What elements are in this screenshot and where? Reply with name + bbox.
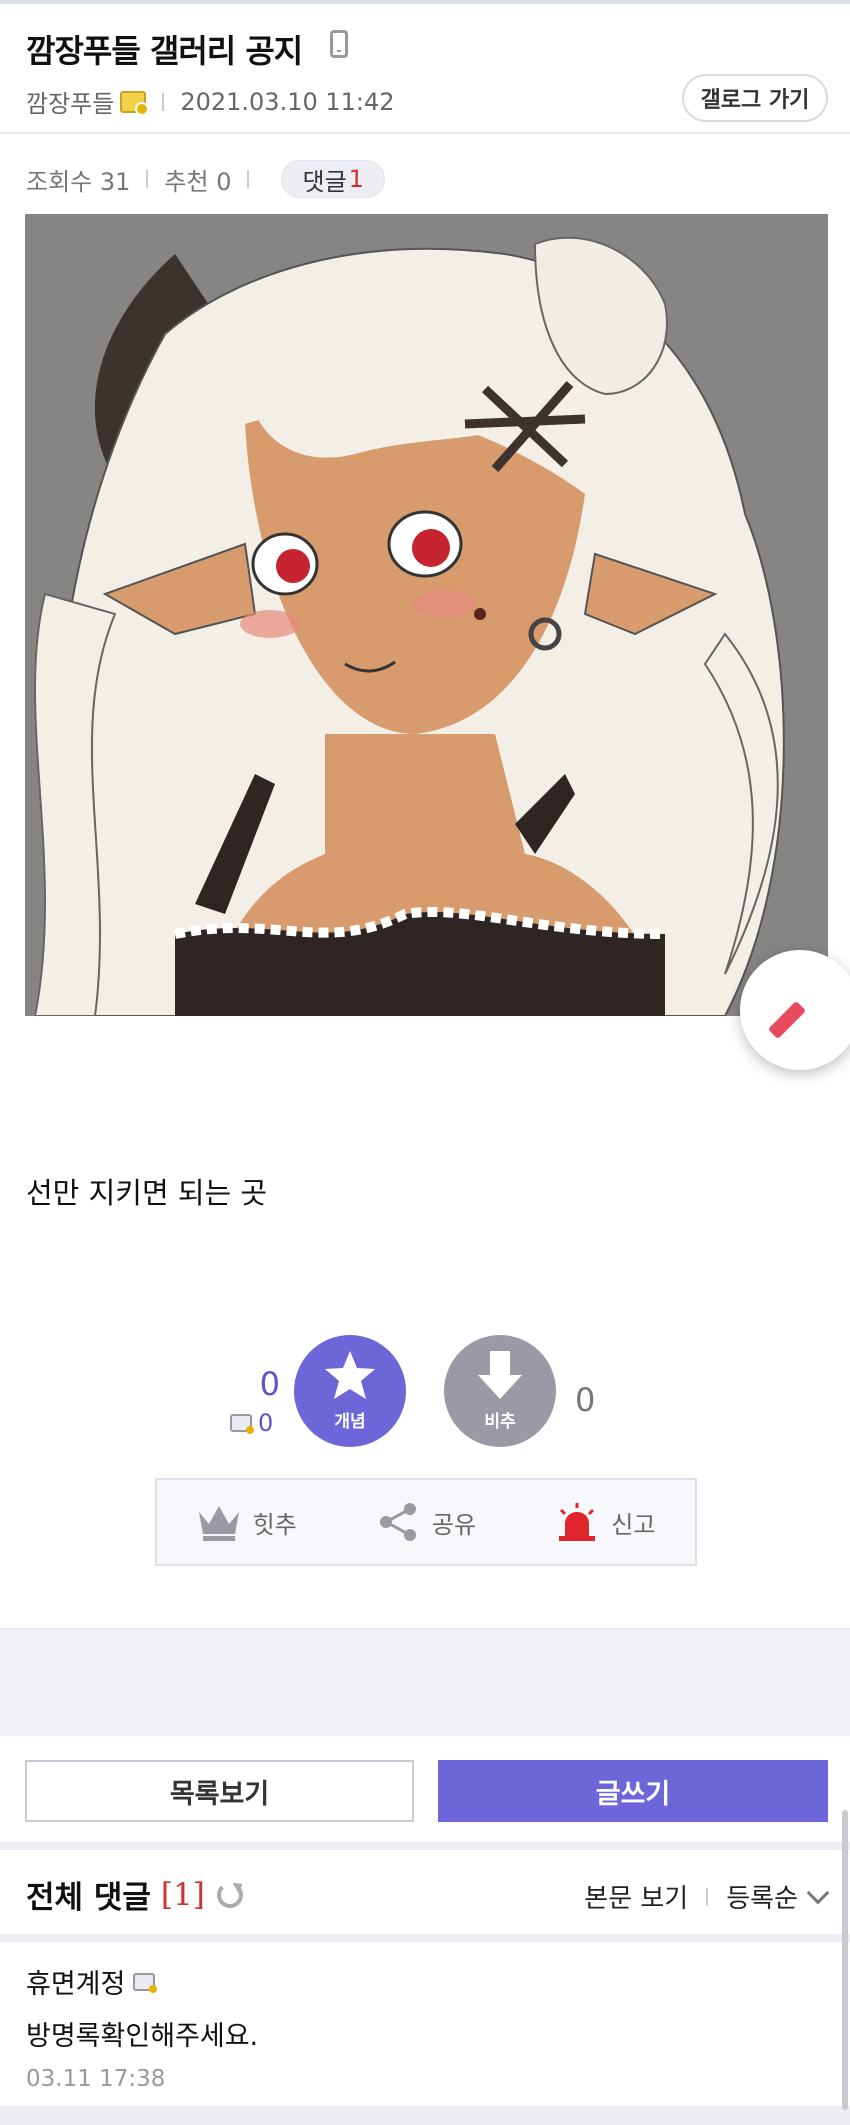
ad-spacer xyxy=(0,1628,850,1736)
view-count: 조회수 31 xyxy=(26,167,131,196)
gallog-button[interactable]: 갤로그 가기 xyxy=(682,74,828,122)
downvote-label: 비추 xyxy=(484,1412,516,1432)
report-button[interactable]: 신고 xyxy=(555,1502,655,1542)
comment-author-name[interactable]: 휴면계정 xyxy=(26,1962,125,2001)
pen-icon xyxy=(767,1000,807,1040)
arrow-down-icon xyxy=(478,1351,522,1399)
post-actions: 힛추 공유 신고 xyxy=(155,1478,697,1566)
comments-count: [1] xyxy=(160,1876,205,1913)
hit-label: 힛추 xyxy=(252,1510,297,1539)
comments-title: 전체 댓글 [1] xyxy=(26,1872,243,1917)
post-meta: 깜장푸들 2021.03.10 11:42 xyxy=(26,84,395,119)
comment-item: 휴면계정 방명록확인해주세요. 03.11 17:38 xyxy=(0,1942,850,2110)
author-name[interactable]: 깜장푸들 xyxy=(26,84,114,119)
list-button[interactable]: 목록보기 xyxy=(25,1760,414,1822)
post-body-text: 선만 지키면 되는 곳 xyxy=(26,1176,268,1210)
upvote-label: 개념 xyxy=(334,1412,366,1432)
crown-icon xyxy=(198,1506,239,1541)
illustration-artwork xyxy=(25,214,828,1016)
divider xyxy=(0,1934,850,1942)
reply-count: 1 xyxy=(348,165,364,193)
divider xyxy=(0,1842,850,1850)
comments-header: 전체 댓글 [1] 본문 보기 등록순 xyxy=(0,1850,850,1934)
share-icon xyxy=(379,1503,416,1541)
downvote-button[interactable]: 비추 xyxy=(444,1335,556,1447)
star-icon xyxy=(325,1351,375,1399)
upvote-button[interactable]: 개념 xyxy=(294,1335,406,1447)
divider xyxy=(247,170,250,188)
siren-icon xyxy=(559,1503,596,1541)
comment-time: 03.11 17:38 xyxy=(26,2066,166,2092)
upvote-fixed-count: 0 xyxy=(230,1409,273,1437)
upvote-count: 0 xyxy=(259,1365,280,1403)
hit-button[interactable]: 힛추 xyxy=(197,1502,297,1542)
mobile-icon xyxy=(330,30,348,58)
comment-author[interactable]: 휴면계정 xyxy=(26,1962,158,2001)
downvote-count: 0 xyxy=(575,1381,596,1419)
fixed-nick-icon xyxy=(230,1414,254,1434)
fixed-nick-icon xyxy=(133,1972,158,1993)
recommend-count: 추천 0 xyxy=(164,167,232,196)
comments-title-text: 전체 댓글 xyxy=(26,1880,151,1916)
sort-select[interactable]: 등록순 xyxy=(726,1878,798,1915)
reply-label: 댓글 xyxy=(302,167,347,196)
scrollbar[interactable] xyxy=(842,1810,848,2110)
comments-controls: 본문 보기 등록순 xyxy=(584,1878,830,1915)
report-label: 신고 xyxy=(611,1510,656,1539)
comment-text: 방명록확인해주세요. xyxy=(26,2021,259,2052)
fixed-nick-badge-icon xyxy=(120,90,150,116)
view-body-button[interactable]: 본문 보기 xyxy=(584,1878,688,1915)
write-button[interactable]: 글쓰기 xyxy=(438,1760,828,1822)
share-button[interactable]: 공유 xyxy=(376,1502,476,1542)
post-title: 깜장푸들 갤러리 공지 xyxy=(26,32,303,70)
divider xyxy=(706,1887,709,1906)
chevron-down-icon[interactable] xyxy=(806,1881,830,1904)
post-image[interactable] xyxy=(25,214,828,1016)
post-stats: 조회수 31 추천 0 댓글 1 xyxy=(26,160,385,198)
post-date: 2021.03.10 11:42 xyxy=(180,87,395,116)
reply-count-button[interactable]: 댓글 1 xyxy=(281,160,385,198)
refresh-icon[interactable] xyxy=(216,1881,243,1908)
bottom-divider xyxy=(0,2106,850,2125)
divider xyxy=(162,92,165,111)
post-header: 깜장푸들 갤러리 공지 깜장푸들 2021.03.10 11:42 갤로그 가기 xyxy=(0,4,850,134)
divider xyxy=(146,170,149,188)
share-label: 공유 xyxy=(431,1510,477,1539)
vote-area: 0 0 개념 비추 0 xyxy=(0,1335,850,1455)
upvote-fixed-value: 0 xyxy=(258,1409,274,1437)
draw-fab-button[interactable] xyxy=(740,950,850,1070)
